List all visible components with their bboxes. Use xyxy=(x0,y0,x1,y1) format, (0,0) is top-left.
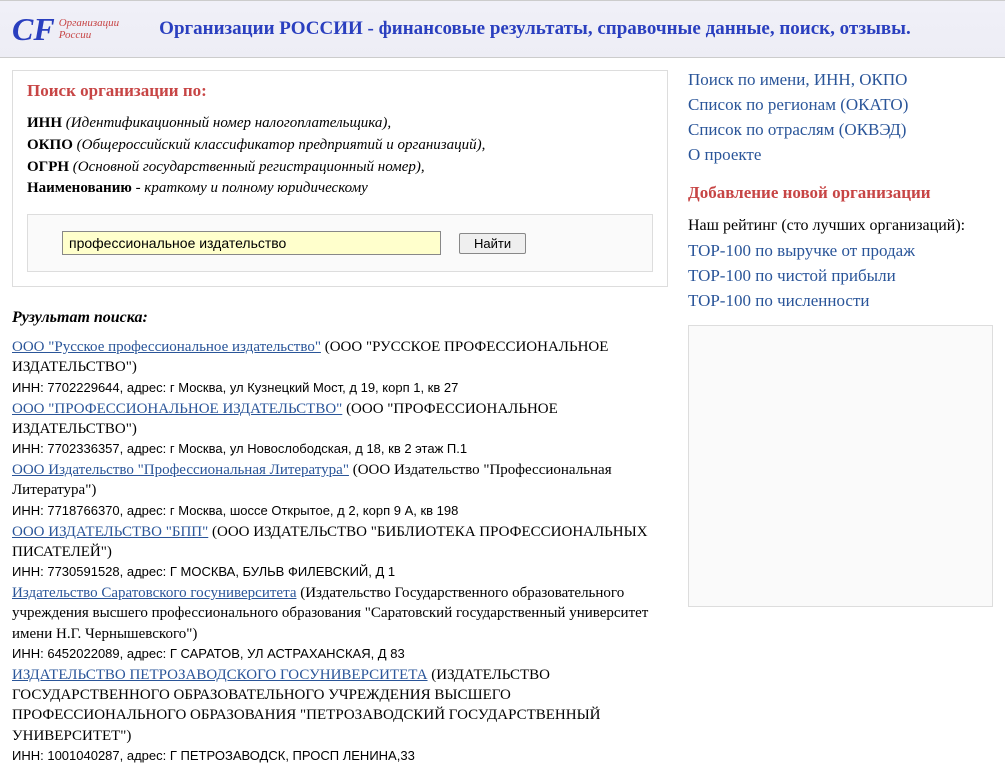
search-form: Найти xyxy=(27,214,653,272)
result-meta: ИНН: 7718766370, адрес: г Москва, шоссе … xyxy=(12,503,668,518)
result-item: ООО Издательство "Профессиональная Литер… xyxy=(12,460,668,501)
logo-cf-icon: CF xyxy=(12,11,55,48)
sidebar-rating-link[interactable]: TOP-100 по выручке от продаж xyxy=(688,241,993,261)
results-title: Рузультат поиска: xyxy=(12,309,668,327)
sidebar-link[interactable]: Список по регионам (ОКАТО) xyxy=(688,95,993,115)
sidebar-rating-link[interactable]: TOP-100 по численности xyxy=(688,291,993,311)
result-item: ИЗДАТЕЛЬСТВО ПЕТРОЗАВОДСКОГО ГОСУНИВЕРСИ… xyxy=(12,665,668,746)
result-meta: ИНН: 7702229644, адрес: г Москва, ул Куз… xyxy=(12,380,668,395)
sidebar-link[interactable]: Поиск по имени, ИНН, ОКПО xyxy=(688,70,993,90)
ad-placeholder xyxy=(688,325,993,607)
result-item: ООО "ПРОФЕССИОНАЛЬНОЕ ИЗДАТЕЛЬСТВО" (ООО… xyxy=(12,399,668,440)
search-criteria-line: Наименованию - краткому и полному юридич… xyxy=(27,178,653,200)
search-criteria-list: ИНН (Идентификационный номер налогоплате… xyxy=(27,113,653,200)
sidebar-top-links: Поиск по имени, ИНН, ОКПО Список по регио… xyxy=(688,70,993,165)
header: CF Организации России Организации РОССИИ… xyxy=(0,0,1005,58)
result-link[interactable]: ООО "ПРОФЕССИОНАЛЬНОЕ ИЗДАТЕЛЬСТВО" xyxy=(12,401,342,417)
search-title: Поиск организации по: xyxy=(27,81,653,101)
logo-text: Организации России xyxy=(59,17,119,41)
sidebar-rating-link[interactable]: TOP-100 по чистой прибыли xyxy=(688,266,993,286)
result-link[interactable]: Издательство Саратовского госуниверситет… xyxy=(12,585,296,601)
result-meta: ИНН: 7730591528, адрес: Г МОСКВА, БУЛЬВ … xyxy=(12,564,668,579)
results-list: ООО "Русское профессиональное издательст… xyxy=(12,337,668,763)
search-panel: Поиск организации по: ИНН (Идентификацио… xyxy=(12,70,668,287)
sidebar-rating-label: Наш рейтинг (сто лучших организаций): xyxy=(688,217,993,235)
sidebar-rating-links: TOP-100 по выручке от продаж TOP-100 по ч… xyxy=(688,241,993,311)
result-meta: ИНН: 1001040287, адрес: Г ПЕТРОЗАВОДСК, … xyxy=(12,748,668,763)
search-button[interactable]: Найти xyxy=(459,233,526,254)
result-link[interactable]: ООО Издательство "Профессиональная Литер… xyxy=(12,462,349,478)
sidebar-add-new[interactable]: Добавление новой организации xyxy=(688,183,993,203)
search-criteria-line: ОГРН (Основной государственный регистрац… xyxy=(27,157,653,179)
result-meta: ИНН: 7702336357, адрес: г Москва, ул Нов… xyxy=(12,441,668,456)
result-link[interactable]: ООО "Русское профессиональное издательст… xyxy=(12,339,321,355)
page-title: Организации РОССИИ - финансовые результа… xyxy=(159,18,911,40)
logo[interactable]: CF Организации России xyxy=(12,11,119,48)
result-link[interactable]: ООО ИЗДАТЕЛЬСТВО "БПП" xyxy=(12,524,208,540)
result-item: ООО ИЗДАТЕЛЬСТВО "БПП" (ООО ИЗДАТЕЛЬСТВО… xyxy=(12,522,668,563)
search-criteria-line: ИНН (Идентификационный номер налогоплате… xyxy=(27,113,653,135)
sidebar-link[interactable]: Список по отраслям (ОКВЭД) xyxy=(688,120,993,140)
search-criteria-line: ОКПО (Общероссийский классификатор предп… xyxy=(27,135,653,157)
sidebar: Поиск по имени, ИНН, ОКПО Список по регио… xyxy=(688,70,993,607)
result-item: Издательство Саратовского госуниверситет… xyxy=(12,583,668,644)
result-link[interactable]: ИЗДАТЕЛЬСТВО ПЕТРОЗАВОДСКОГО ГОСУНИВЕРСИ… xyxy=(12,667,428,683)
result-item: ООО "Русское профессиональное издательст… xyxy=(12,337,668,378)
sidebar-link[interactable]: О проекте xyxy=(688,145,993,165)
search-input[interactable] xyxy=(62,231,441,255)
result-meta: ИНН: 6452022089, адрес: Г САРАТОВ, УЛ АС… xyxy=(12,646,668,661)
